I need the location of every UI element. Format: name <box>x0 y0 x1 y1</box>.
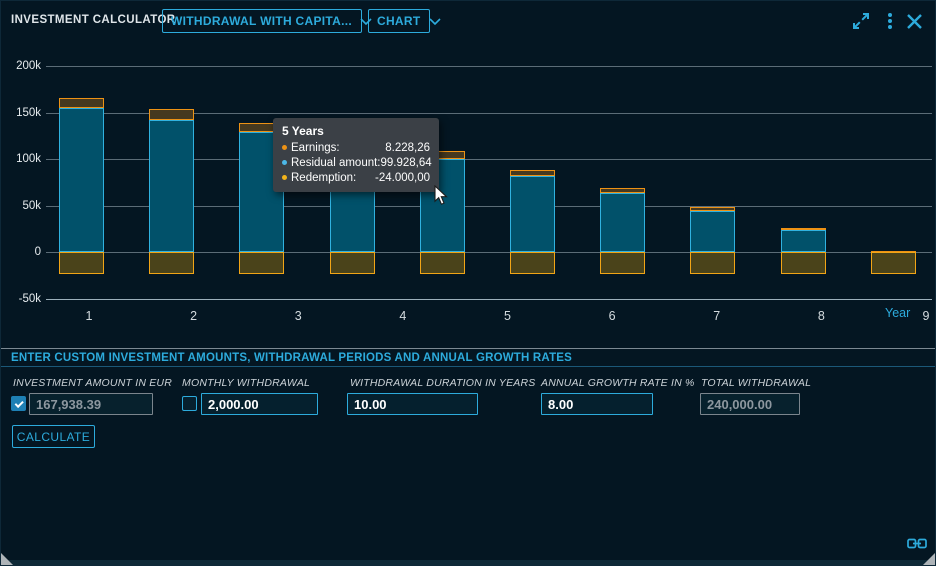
x-axis-tick-label: 1 <box>74 309 104 323</box>
x-axis-tick-label: 8 <box>806 309 836 323</box>
tooltip-title: 5 Years <box>282 124 430 138</box>
monthly-withdrawal-checkbox[interactable] <box>182 396 197 411</box>
stacked-bar-chart: 200k 150k 100k 50k 0 -50k 1 2 3 4 5 6 7 8 9Year <box>1 1 936 349</box>
bar-segment-earnings[interactable] <box>510 170 555 177</box>
redemption-bullet-icon <box>282 175 287 180</box>
bar-segment-residual-amount[interactable] <box>59 108 104 252</box>
x-axis-tick-label: 7 <box>702 309 732 323</box>
withdrawal-duration-input[interactable] <box>347 393 478 415</box>
monthly-withdrawal-input[interactable] <box>201 393 318 415</box>
annual-growth-rate-label: ANNUAL GROWTH RATE IN % <box>541 377 695 389</box>
investment-amount-checkbox[interactable] <box>11 396 26 411</box>
calculate-button[interactable]: CALCULATE <box>12 425 95 448</box>
bar-segment-redemption[interactable] <box>871 252 916 274</box>
bar-segment-redemption[interactable] <box>420 252 465 274</box>
bar-segment-residual-amount[interactable] <box>600 193 645 252</box>
form-section-heading: ENTER CUSTOM INVESTMENT AMOUNTS, WITHDRA… <box>11 352 572 364</box>
x-axis-tick-label: 2 <box>179 309 209 323</box>
total-withdrawal-input <box>700 393 800 415</box>
window-bottom-edge <box>1 560 936 566</box>
bar-segment-redemption[interactable] <box>781 252 826 274</box>
resize-grip-right[interactable] <box>921 553 935 566</box>
annual-growth-rate-input[interactable] <box>541 393 653 415</box>
tooltip-row-residual: Residual amount: 99.928,64 <box>282 155 430 170</box>
x-axis-tick-label: 6 <box>597 309 627 323</box>
bar-segment-redemption[interactable] <box>330 252 375 274</box>
bar-segment-earnings[interactable] <box>600 188 645 193</box>
x-axis-tick-label: 5 <box>493 309 523 323</box>
bar-segment-earnings[interactable] <box>149 109 194 120</box>
monthly-withdrawal-label: MONTHLY WITHDRAWAL <box>182 377 310 389</box>
y-axis-tick-label: 0 <box>3 246 41 258</box>
bar-segment-redemption[interactable] <box>600 252 645 274</box>
gridline <box>46 299 932 300</box>
residual-bullet-icon <box>282 160 287 165</box>
bar-segment-earnings[interactable] <box>690 207 735 211</box>
chart-tooltip: 5 Years Earnings: 8.228,26 Residual amou… <box>273 118 439 192</box>
bar-segment-earnings[interactable] <box>59 98 104 109</box>
bar-segment-redemption[interactable] <box>510 252 555 274</box>
checkmark-icon <box>15 398 24 407</box>
bar-segment-redemption[interactable] <box>59 252 104 274</box>
gridline <box>46 66 932 67</box>
y-axis-tick-label: 50k <box>3 200 41 212</box>
y-axis-tick-label: -50k <box>3 293 41 305</box>
bar-segment-residual-amount[interactable] <box>690 211 735 252</box>
bar-segment-residual-amount[interactable] <box>149 120 194 252</box>
tooltip-row-redemption: Redemption: -24.000,00 <box>282 170 430 185</box>
link-icon <box>907 538 927 549</box>
link-button[interactable] <box>907 537 927 552</box>
investment-calculator-window: INVESTMENT CALCULATOR WITHDRAWAL WITH CA… <box>0 0 936 566</box>
investment-amount-input <box>29 393 153 415</box>
bar-segment-redemption[interactable] <box>690 252 735 274</box>
earnings-bullet-icon <box>282 145 287 150</box>
bar-segment-residual-amount[interactable] <box>781 230 826 252</box>
y-axis-tick-label: 100k <box>3 153 41 165</box>
y-axis-tick-label: 200k <box>3 60 41 72</box>
heading-underline <box>1 366 936 367</box>
x-axis-title: Year <box>885 306 910 320</box>
x-axis-tick-label: 3 <box>283 309 313 323</box>
x-axis-tick-label: 9 <box>911 309 936 323</box>
bar-segment-redemption[interactable] <box>239 252 284 274</box>
withdrawal-duration-label: WITHDRAWAL DURATION IN YEARS <box>350 377 536 389</box>
y-axis-tick-label: 150k <box>3 107 41 119</box>
chart-form-divider <box>1 348 936 349</box>
bar-segment-residual-amount[interactable] <box>510 176 555 252</box>
investment-amount-label: INVESTMENT AMOUNT IN EUR <box>13 377 172 389</box>
bar-segment-earnings[interactable] <box>781 228 826 230</box>
bar-segment-redemption[interactable] <box>149 252 194 274</box>
x-axis-tick-label: 4 <box>388 309 418 323</box>
total-withdrawal-label: TOTAL WITHDRAWAL <box>701 377 811 389</box>
resize-grip-left[interactable] <box>1 553 15 566</box>
tooltip-row-earnings: Earnings: 8.228,26 <box>282 140 430 155</box>
